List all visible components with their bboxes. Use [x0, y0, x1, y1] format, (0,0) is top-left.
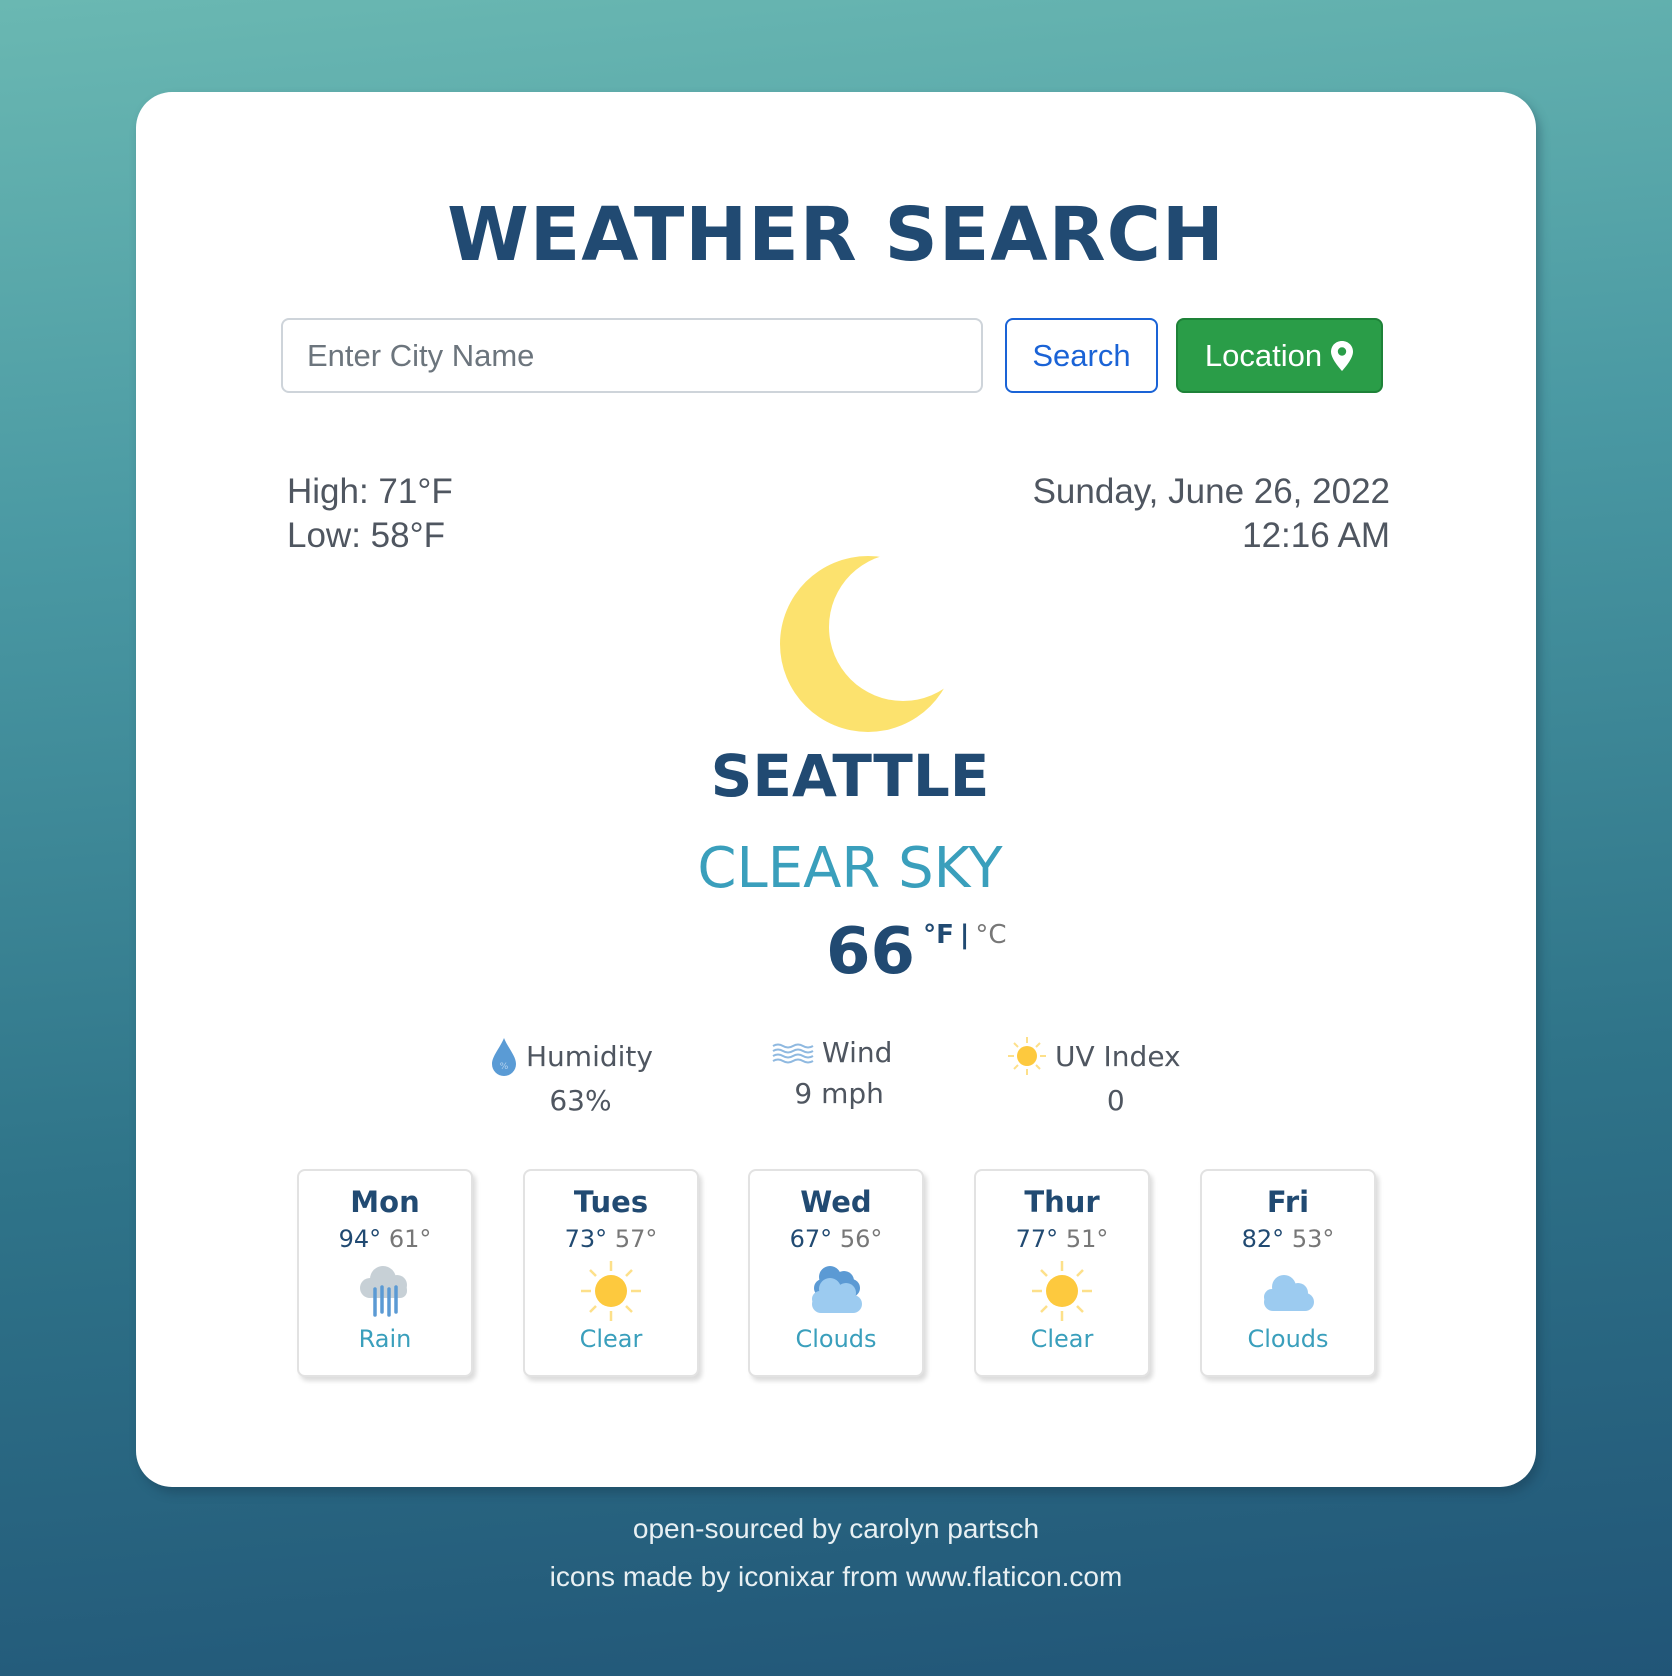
- weather-condition: CLEAR SKY: [697, 836, 1003, 901]
- wind-icon: [772, 1043, 814, 1063]
- uv-stat: UV Index 0: [1007, 1036, 1181, 1117]
- weather-card: WEATHER SEARCH Search Location High: 71°…: [136, 92, 1536, 1487]
- forecast-temps: 94° 61°: [299, 1225, 471, 1253]
- forecast-low: 56°: [839, 1225, 883, 1253]
- forecast-low: 51°: [1065, 1225, 1109, 1253]
- forecast-description: Clear: [1030, 1325, 1094, 1353]
- uv-value: 0: [1106, 1084, 1125, 1117]
- forecast-day: Wed: [800, 1185, 872, 1219]
- current-time: 12:16 AM: [1242, 516, 1390, 555]
- forecast-low: 61°: [388, 1225, 432, 1253]
- forecast-description: Rain: [358, 1325, 412, 1353]
- forecast-high: 82°: [1241, 1225, 1285, 1253]
- current-temperature: 66 °F | °C: [826, 912, 1006, 992]
- humidity-value: 63%: [549, 1084, 612, 1117]
- forecast-high: 77°: [1015, 1225, 1059, 1253]
- forecast-card-thur[interactable]: Thur 77° 51° Clear: [974, 1169, 1150, 1377]
- forecast-day: Mon: [350, 1185, 420, 1219]
- forecast-low: 53°: [1291, 1225, 1335, 1253]
- cloud-icon: [1264, 1275, 1314, 1311]
- unit-toggle: °F | °C: [923, 920, 1006, 950]
- sun-icon: [581, 1261, 641, 1321]
- forecast-card-fri[interactable]: Fri 82° 53° Clouds: [1200, 1169, 1376, 1377]
- location-button-label: Location: [1204, 337, 1323, 373]
- search-button[interactable]: Search: [1005, 318, 1158, 393]
- map-pin-icon: [1331, 340, 1354, 371]
- forecast-temps: 77° 51°: [976, 1225, 1148, 1253]
- wind-label: Wind: [822, 1036, 893, 1069]
- forecast-description: Clouds: [795, 1325, 877, 1353]
- temperature-value: 66: [826, 915, 916, 989]
- rain-icon: [360, 1266, 407, 1317]
- forecast-low: 57°: [614, 1225, 658, 1253]
- current-date: Sunday, June 26, 2022: [1032, 472, 1390, 511]
- forecast-high: 94°: [338, 1225, 382, 1253]
- sun-icon: [1008, 1037, 1046, 1075]
- footer: open-sourced by carolyn partsch icons ma…: [0, 1505, 1672, 1601]
- humidity-drop-icon: %: [492, 1038, 516, 1076]
- moon-icon: [780, 556, 956, 732]
- celsius-toggle[interactable]: °C: [975, 920, 1006, 950]
- high-low-temps: High: 71°F Low: 58°F: [287, 470, 453, 558]
- city-name: SEATTLE: [710, 742, 990, 810]
- forecast-temps: 67° 56°: [750, 1225, 922, 1253]
- forecast-temps: 82° 53°: [1202, 1225, 1374, 1253]
- footer-icons-credit: icons made by iconixar from www.flaticon…: [549, 1561, 1123, 1592]
- humidity-stat: % Humidity 63%: [490, 1036, 653, 1117]
- svg-text:%: %: [500, 1062, 509, 1072]
- page-title: WEATHER SEARCH: [447, 192, 1225, 278]
- sun-icon: [1032, 1261, 1092, 1321]
- clouds-icon: [812, 1266, 862, 1313]
- wind-value: 9 mph: [794, 1077, 884, 1110]
- fahrenheit-toggle[interactable]: °F: [923, 920, 954, 950]
- humidity-label: Humidity: [526, 1039, 653, 1073]
- forecast-day: Thur: [1024, 1185, 1100, 1219]
- forecast-high: 67°: [789, 1225, 833, 1253]
- uv-label: UV Index: [1055, 1039, 1181, 1073]
- forecast-card-tues[interactable]: Tues 73° 57° Clear: [523, 1169, 699, 1377]
- high-temp: High: 71°F: [287, 472, 453, 511]
- low-temp: Low: 58°F: [287, 516, 445, 555]
- weather-stats: % Humidity 63% Wind 9 mph UV Index 0: [136, 1036, 1536, 1126]
- forecast-card-wed[interactable]: Wed 67° 56° Clouds: [748, 1169, 924, 1377]
- wind-stat: Wind 9 mph: [772, 1036, 892, 1110]
- forecast-temps: 73° 57°: [525, 1225, 697, 1253]
- forecast-day: Tues: [573, 1185, 649, 1219]
- forecast-description: Clear: [579, 1325, 643, 1353]
- forecast-day: Fri: [1266, 1185, 1310, 1219]
- date-time: Sunday, June 26, 2022 12:16 AM: [1033, 470, 1390, 558]
- unit-separator: |: [959, 920, 970, 950]
- forecast-card-mon[interactable]: Mon 94° 61° Rain: [297, 1169, 473, 1377]
- forecast-high: 73°: [564, 1225, 608, 1253]
- city-search-input[interactable]: [281, 318, 983, 393]
- location-button[interactable]: Location: [1176, 318, 1383, 393]
- footer-credit: open-sourced by carolyn partsch: [632, 1513, 1040, 1544]
- forecast-description: Clouds: [1247, 1325, 1329, 1353]
